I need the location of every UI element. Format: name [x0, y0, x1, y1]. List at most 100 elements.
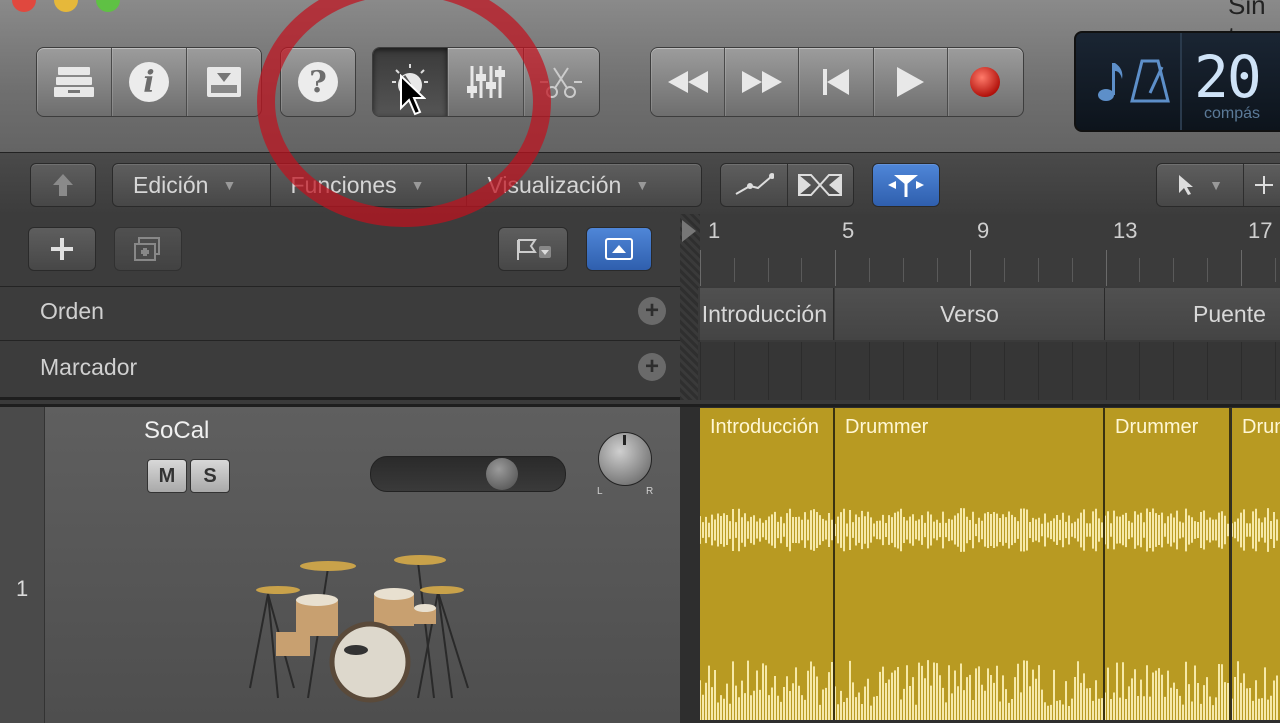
grid-line: [1240, 342, 1242, 400]
arrangement-marker-label: Introducción: [701, 300, 827, 327]
record-button[interactable]: [948, 48, 1023, 116]
inspector-button[interactable]: i: [112, 48, 187, 116]
track-stack-icon: [134, 237, 160, 261]
volume-slider[interactable]: [370, 456, 566, 492]
drummer-region-bridge[interactable]: Drummer: [1105, 408, 1231, 720]
region-label: Drummer: [1115, 416, 1199, 438]
automation-button[interactable]: [721, 164, 788, 206]
ruler-tick: [902, 258, 904, 282]
pan-left-label: L: [597, 486, 603, 497]
lcd-bar-unit: compás: [1204, 105, 1261, 122]
transport-controls: [650, 47, 1024, 117]
go-to-beginning-button[interactable]: [799, 48, 874, 116]
view-buttons-group: i: [36, 47, 262, 117]
ruler-tick: [733, 258, 735, 282]
pan-knob[interactable]: [598, 432, 652, 486]
grid-line: [1139, 342, 1141, 400]
record-icon: [970, 67, 1001, 97]
lcd-display[interactable]: 20 compás: [1074, 31, 1280, 132]
ruler-tick: [700, 250, 701, 286]
region-label: Introducción: [710, 416, 819, 438]
ruler-tick: [1105, 250, 1107, 286]
grid-line: [902, 342, 904, 400]
close-window-button[interactable]: [12, 0, 36, 12]
drum-kit-icon: [249, 555, 469, 703]
marker-track-lane[interactable]: [698, 342, 1280, 400]
lcd-divider: [1180, 33, 1182, 130]
track-name[interactable]: SoCal: [144, 417, 209, 445]
arrangement-marker-verse[interactable]: Verso: [835, 288, 1105, 340]
play-button[interactable]: [874, 48, 948, 116]
arrangement-marker-label: Verso: [940, 300, 999, 327]
playhead-marker-icon: [682, 220, 696, 242]
library-button[interactable]: [37, 48, 112, 116]
rewind-button[interactable]: [651, 48, 726, 116]
edit-menu[interactable]: Edición ▼: [113, 164, 271, 206]
ruler-tick: [801, 258, 803, 282]
grid-line: [1105, 342, 1107, 400]
divider: [0, 397, 680, 400]
add-arrangement-marker-button[interactable]: +: [638, 297, 666, 325]
command-click-tool-menu[interactable]: [1244, 164, 1280, 206]
grid-line: [1038, 342, 1039, 400]
drummer-region-intro[interactable]: Introducción: [700, 408, 835, 720]
ruler-tick: [1274, 258, 1276, 282]
waveform-upper: [1105, 508, 1229, 552]
tool-menus: ▼: [1156, 163, 1280, 207]
crosshair-tool-icon: [1255, 176, 1273, 194]
arrangement-marker-bridge[interactable]: Puente: [1105, 288, 1280, 340]
volume-slider-handle[interactable]: [486, 458, 518, 490]
ruler-tick: [1004, 258, 1006, 282]
waveform-upper: [835, 508, 1103, 552]
mute-button[interactable]: M: [147, 459, 187, 493]
pointer-tool-icon: [1179, 175, 1194, 195]
main-toolbar: Sin t i ?: [0, 0, 1280, 152]
grid-line: [1274, 342, 1276, 400]
add-track-button[interactable]: [28, 227, 96, 271]
drummer-region-next[interactable]: Drummer: [1232, 408, 1280, 720]
show-global-tracks-button[interactable]: [586, 227, 652, 271]
catch-playhead-button[interactable]: [872, 163, 940, 207]
tracks-menu-bar: Edición ▼ Funciones ▼ Visualización ▼ ▼: [0, 152, 1280, 216]
chevron-down-icon: ▼: [1209, 177, 1223, 193]
plus-icon: +: [644, 297, 659, 324]
grid-line: [835, 342, 837, 400]
left-click-tool-menu[interactable]: ▼: [1157, 164, 1244, 206]
play-icon: [897, 67, 925, 97]
download-tray-icon: [207, 67, 241, 97]
edit-menu-label: Edición: [133, 171, 209, 198]
minimize-window-button[interactable]: [54, 0, 78, 12]
flex-button[interactable]: [788, 164, 854, 206]
grid-line: [936, 342, 938, 400]
skip-back-icon: [823, 69, 849, 95]
waveform-upper: [1232, 508, 1278, 552]
track-stack-button[interactable]: [114, 227, 182, 271]
ruler-bar-number: 17: [1248, 218, 1273, 243]
triangle-up-icon: [605, 238, 633, 260]
library-icon: [54, 67, 94, 97]
waveform-lower: [835, 660, 1103, 720]
add-marker-button[interactable]: +: [638, 353, 666, 381]
ruler-bar-number: 13: [1113, 218, 1138, 243]
ruler-tick: [1038, 258, 1039, 282]
plus-icon: [51, 238, 73, 260]
grid-line: [801, 342, 803, 400]
ruler-bar-number: 9: [977, 218, 990, 243]
waveform: [835, 508, 1103, 720]
fast-forward-button[interactable]: [725, 48, 800, 116]
divider: [0, 286, 680, 287]
ruler-tick: [869, 258, 870, 282]
divider: [0, 340, 680, 341]
waveform-lower: [700, 660, 833, 720]
waveform-upper: [700, 508, 833, 552]
zoom-window-button[interactable]: [96, 0, 120, 12]
waveform: [1232, 508, 1278, 720]
track-number: 1: [16, 576, 29, 601]
grid-line: [970, 342, 972, 400]
catch-playhead-icon: [888, 175, 924, 197]
up-level-button[interactable]: [30, 163, 96, 207]
drummer-region-verse[interactable]: Drummer: [835, 408, 1105, 720]
arrangement-marker-intro[interactable]: Introducción: [700, 288, 834, 340]
chevron-down-icon: ▼: [635, 177, 650, 193]
solo-button[interactable]: S: [190, 459, 230, 493]
